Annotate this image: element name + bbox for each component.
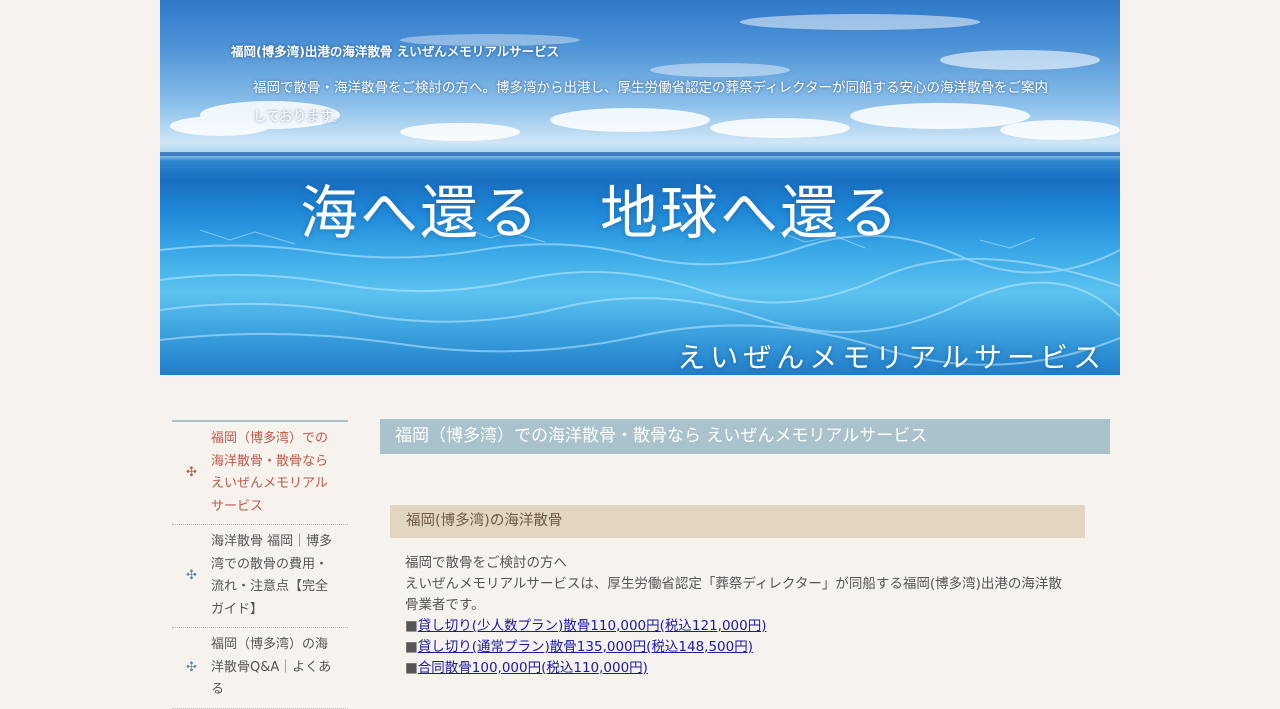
plan-link-small[interactable]: 貸し切り(少人数プラン)散骨110,000円(税込121,000円)	[418, 618, 767, 634]
plan-link-regular[interactable]: 貸し切り(通常プラン)散骨135,000円(税込148,500円)	[418, 639, 753, 655]
intro-line: 福岡で散骨をご検討の方へ	[405, 555, 567, 571]
site-title[interactable]: 福岡(博多湾)出港の海洋散骨 えいぜんメモリアルサービス	[231, 41, 559, 60]
sidebar-item-label: 福岡（博多湾）の海洋散骨Q&A｜よくある	[211, 637, 332, 697]
main-content: 福岡（博多湾）での海洋散骨・散骨なら えいぜんメモリアルサービス 福岡(博多湾)…	[380, 419, 1110, 679]
cross-bullet-icon: ✣	[186, 567, 197, 583]
sidebar-item-faq[interactable]: ✣ 福岡（博多湾）の海洋散骨Q&A｜よくある	[172, 628, 348, 709]
price-list-item: ■貸し切り(通常プラン)散骨135,000円(税込148,500円)	[405, 637, 1070, 658]
page-title: 福岡（博多湾）での海洋散骨・散骨なら えいぜんメモリアルサービス	[380, 419, 1110, 454]
price-list-item: ■合同散骨100,000円(税込110,000円)	[405, 658, 1070, 679]
section-heading: 福岡(博多湾)の海洋散骨	[390, 505, 1085, 538]
square-bullet-icon: ■	[405, 660, 418, 676]
cross-bullet-icon: ✣	[186, 464, 197, 480]
intro-line: えいぜんメモリアルサービスは、厚生労働省認定「葬祭ディレクター」が同船する福岡(…	[405, 576, 1062, 613]
price-list-item: ■貸し切り(少人数プラン)散骨110,000円(税込121,000円)	[405, 616, 1070, 637]
square-bullet-icon: ■	[405, 639, 418, 655]
hero-catchphrase: 海へ還る 地球へ還る	[300, 179, 901, 247]
sidebar-nav: ✣ 福岡（博多湾）での海洋散骨・散骨ならえいぜんメモリアルサービス ✣ 海洋散骨…	[172, 420, 348, 709]
brand-logo-text: えいぜんメモリアルサービス	[677, 341, 1106, 374]
sidebar-item-label: 福岡（博多湾）での海洋散骨・散骨ならえいぜんメモリアルサービス	[211, 431, 329, 514]
header-banner: 福岡(博多湾)出港の海洋散骨 えいぜんメモリアルサービス 福岡で散骨・海洋散骨を…	[160, 0, 1120, 375]
intro-text: 福岡で散骨をご検討の方へ えいぜんメモリアルサービスは、厚生労働省認定「葬祭ディ…	[405, 553, 1070, 679]
square-bullet-icon: ■	[405, 618, 418, 634]
plan-link-joint[interactable]: 合同散骨100,000円(税込110,000円)	[418, 660, 648, 676]
cross-bullet-icon: ✣	[186, 659, 197, 675]
sidebar-item-home[interactable]: ✣ 福岡（博多湾）での海洋散骨・散骨ならえいぜんメモリアルサービス	[172, 422, 348, 525]
sidebar-item-guide[interactable]: ✣ 海洋散骨 福岡｜博多湾での散骨の費用・流れ・注意点【完全ガイド】	[172, 525, 348, 628]
sidebar-item-label: 海洋散骨 福岡｜博多湾での散骨の費用・流れ・注意点【完全ガイド】	[211, 534, 333, 617]
site-description: 福岡で散骨・海洋散骨をご検討の方へ。博多湾から出港し、厚生労働省認定の葬祭ディレ…	[253, 80, 1049, 125]
